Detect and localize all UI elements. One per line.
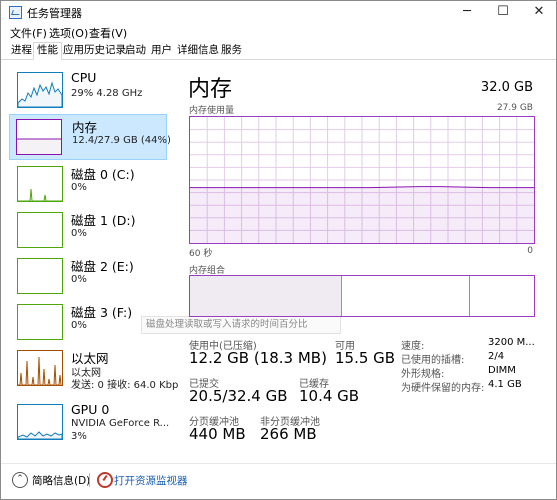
nonpaged-pool-value: 266 MB <box>260 425 317 443</box>
hardware-reserved-value: 4.1 GB <box>488 379 522 390</box>
menu-view[interactable]: 查看(V) <box>89 25 127 41</box>
sidebar-item-detail: NVIDIA GeForce R... <box>71 418 170 429</box>
sidebar-item-detail: 0% <box>71 320 87 331</box>
tab-processes[interactable]: 进程 <box>8 43 35 58</box>
sidebar-item-title: 磁盘 1 (D:) <box>71 213 136 228</box>
sidebar-item-title: 磁盘 0 (C:) <box>71 167 135 182</box>
usage-graph-label: 内存使用量 <box>189 106 235 116</box>
tab-startup[interactable]: 启动 <box>122 43 149 58</box>
tab-services[interactable]: 服务 <box>218 43 245 58</box>
sidebar-item-disk-0[interactable]: 磁盘 0 (C:) 0% <box>9 162 167 204</box>
resource-list: CPU 29% 4.28 GHz 内存 12.4/27.9 GB (44%) 磁… <box>1 60 178 458</box>
sidebar-item-throughput: 发送: 0 接收: 64.0 Kbp <box>71 380 179 391</box>
ethernet-thumbnail-graph <box>17 350 63 386</box>
close-button[interactable]: ✕ <box>521 1 556 23</box>
sidebar-item-disk-1[interactable]: 磁盘 1 (D:) 0% <box>9 208 167 250</box>
tab-performance[interactable]: 性能 <box>33 42 62 60</box>
sidebar-item-gpu[interactable]: GPU 0 NVIDIA GeForce R... 3% <box>9 400 170 442</box>
disk-1-thumbnail-graph <box>17 212 63 248</box>
slots-used-value: 2/4 <box>488 351 505 362</box>
graph-time-span: 60 秒 <box>189 249 213 259</box>
task-manager-window: 任务管理器 ─ ☐ ✕ 文件(F) 选项(O) 查看(V) 进程 性能 应用历史… <box>0 0 557 500</box>
cpu-thumbnail-graph <box>17 72 63 108</box>
total-memory: 32.0 GB <box>480 80 533 95</box>
paged-pool-value: 440 MB <box>189 425 246 443</box>
memory-thumbnail-graph <box>16 119 62 155</box>
committed-value: 20.5/32.4 GB <box>189 387 288 405</box>
menu-options[interactable]: 选项(O) <box>49 25 88 41</box>
sidebar-item-detail: 0% <box>71 182 87 193</box>
maximize-button[interactable]: ☐ <box>485 1 521 23</box>
disk-3-thumbnail-graph <box>17 304 63 340</box>
footer-bar: ⌃ 简略信息(D) 打开资源监视器 <box>1 463 556 499</box>
memory-usage-graph <box>189 116 535 244</box>
sidebar-item-title: 磁盘 2 (E:) <box>71 259 134 274</box>
sidebar-item-detail: 12.4/27.9 GB (44%) <box>72 135 171 146</box>
sidebar-item-detail: 0% <box>71 274 87 285</box>
minimize-button[interactable]: ─ <box>449 1 485 23</box>
tab-details[interactable]: 详细信息 <box>174 43 222 58</box>
in-use-value: 12.2 GB (18.3 MB) <box>189 349 327 367</box>
sidebar-item-ethernet[interactable]: 以太网 以太网 发送: 0 接收: 64.0 Kbp <box>9 346 178 391</box>
resource-monitor-icon[interactable] <box>97 472 113 488</box>
sidebar-item-detail: 29% 4.28 GHz <box>71 88 143 99</box>
disk-tooltip: 磁盘处理读取或写入请求的时间百分比 <box>141 316 341 334</box>
speed-value: 3200 M... <box>488 337 535 348</box>
sidebar-item-detail: 0% <box>71 228 87 239</box>
tab-users[interactable]: 用户 <box>148 43 175 58</box>
menu-file[interactable]: 文件(F) <box>10 25 47 41</box>
tab-bar: 进程 性能 应用历史记录 启动 用户 详细信息 服务 <box>1 41 556 60</box>
sidebar-item-title: GPU 0 <box>71 402 110 417</box>
disk-2-thumbnail-graph <box>17 258 63 294</box>
cached-value: 10.4 GB <box>299 387 360 405</box>
tab-app-history[interactable]: 应用历史记录 <box>60 43 129 58</box>
fewer-details-button[interactable]: 简略信息(D) <box>32 473 90 488</box>
form-factor-value: DIMM <box>488 365 516 376</box>
menu-bar: 文件(F) 选项(O) 查看(V) <box>1 23 556 41</box>
sidebar-item-disk-2[interactable]: 磁盘 2 (E:) 0% <box>9 254 167 296</box>
open-resource-monitor-link[interactable]: 打开资源监视器 <box>114 473 188 488</box>
composition-segment <box>341 276 470 316</box>
window-title: 任务管理器 <box>27 7 82 20</box>
composition-segment <box>190 276 342 316</box>
sidebar-item-usage: 3% <box>71 431 87 442</box>
slots-used-label: 已使用的插槽: <box>401 355 465 366</box>
graph-axis-min: 0 <box>527 246 533 256</box>
composition-segment <box>468 276 534 316</box>
title-bar: 任务管理器 ─ ☐ ✕ <box>1 1 556 23</box>
task-manager-app-icon <box>9 6 22 19</box>
sidebar-item-memory[interactable]: 内存 12.4/27.9 GB (44%) <box>9 114 171 160</box>
sidebar-item-cpu[interactable]: CPU 29% 4.28 GHz <box>9 68 167 110</box>
sidebar-item-title: 内存 <box>72 120 98 135</box>
hardware-reserved-label: 为硬件保留的内存: <box>401 383 485 394</box>
chevron-up-icon[interactable]: ⌃ <box>12 472 28 488</box>
sidebar-item-title: 磁盘 3 (F:) <box>71 305 133 320</box>
form-factor-label: 外形规格: <box>401 369 445 380</box>
disk-0-thumbnail-graph <box>17 166 63 202</box>
usage-graph-max: 27.9 GB <box>496 103 533 113</box>
page-title: 内存 <box>188 77 233 102</box>
available-value: 15.5 GB <box>335 349 396 367</box>
gpu-thumbnail-graph <box>17 404 63 440</box>
speed-label: 速度: <box>401 341 425 352</box>
memory-composition-bar <box>189 275 535 317</box>
footer-divider <box>89 473 90 487</box>
sidebar-item-title: CPU <box>71 70 97 85</box>
memory-usage-area <box>190 187 534 243</box>
